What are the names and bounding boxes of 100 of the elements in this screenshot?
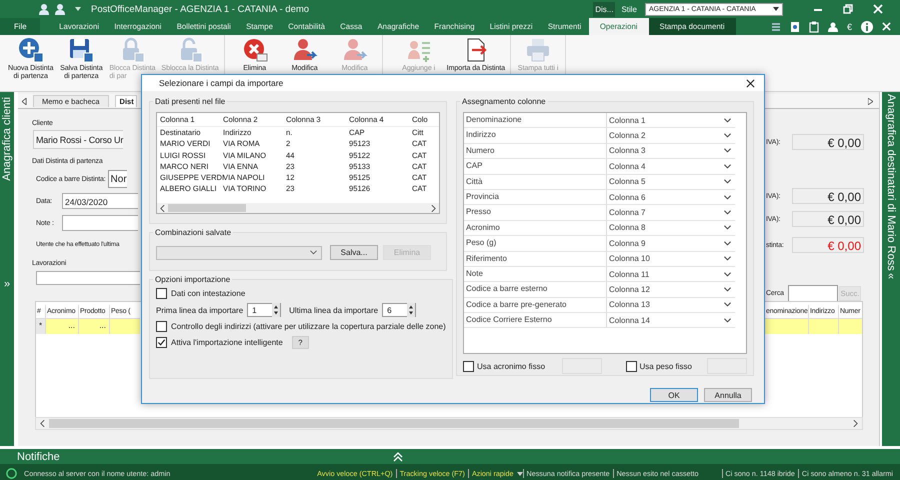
collapse-toggle[interactable]: «: [885, 272, 897, 279]
style-menu[interactable]: Stile: [621, 4, 637, 14]
person-arrow-icon: [342, 37, 368, 63]
info-icon[interactable]: [861, 20, 873, 32]
column-dropdown[interactable]: Colonna 2: [607, 128, 735, 143]
scroll-right-icon[interactable]: [853, 420, 858, 427]
field-name-cell: Codice Corriere Esterno: [464, 313, 607, 328]
restore-icon[interactable]: [843, 4, 853, 14]
checkbox[interactable]: [156, 321, 167, 332]
sidebar-title[interactable]: Anagrafica clienti: [1, 97, 13, 181]
chevron-down-icon: [724, 286, 731, 292]
scroll-right-icon[interactable]: [868, 98, 873, 104]
notifications-title[interactable]: Notifiche: [17, 450, 60, 462]
chevrons-up-icon[interactable]: [392, 452, 403, 462]
scroll-left-icon[interactable]: [40, 420, 45, 427]
field-name-cell: Codice a barre pre-generato: [464, 298, 607, 312]
input-field[interactable]: [36, 271, 140, 285]
column-dropdown[interactable]: Colonna 10: [607, 252, 735, 266]
caret-down-icon[interactable]: [75, 7, 81, 11]
expand-toggle[interactable]: »: [4, 278, 10, 290]
field-name-cell: Indirizzo: [464, 128, 607, 143]
checkbox[interactable]: [156, 288, 167, 299]
person-icon[interactable]: [828, 22, 838, 32]
column-dropdown[interactable]: Colonna 12: [607, 282, 735, 297]
number-field[interactable]: 6: [382, 303, 416, 317]
checkbox[interactable]: [463, 360, 474, 372]
column-dropdown[interactable]: Colonna 3: [607, 144, 735, 158]
number-field[interactable]: 1: [247, 303, 282, 317]
field-name-cell: Note: [464, 266, 607, 282]
caret-down-icon[interactable]: [516, 472, 522, 476]
chevron-down-icon: [724, 118, 731, 123]
display-label[interactable]: Dis...: [593, 2, 616, 16]
field-name-cell: Numero: [464, 144, 607, 158]
chevron-down-icon: [724, 210, 731, 216]
note-field[interactable]: [62, 215, 138, 231]
chevron-down-icon: [724, 164, 731, 169]
caret-down-icon: [773, 7, 779, 11]
field-name-cell: Denominazione: [464, 113, 607, 128]
status-circle-icon: [6, 468, 17, 479]
column-dropdown[interactable]: Colonna 13: [607, 298, 735, 312]
page-icon[interactable]: [790, 20, 800, 32]
group-title: Combinazioni salvate: [154, 228, 232, 237]
table-cell: [839, 319, 862, 334]
dialog-button[interactable]: OK: [650, 388, 698, 402]
chevron-down-icon: [724, 318, 731, 323]
checkbox-label: Controllo degli indirizzi (attivare per utilizzare la copertura parziale delle zone): [171, 322, 446, 331]
close-icon[interactable]: [746, 78, 755, 88]
table-cell: ...: [46, 319, 79, 334]
field-name-cell: Presso: [464, 205, 607, 220]
column-dropdown[interactable]: Colonna 5: [607, 174, 735, 189]
clipboard-icon[interactable]: [808, 20, 819, 32]
search-field[interactable]: [788, 285, 838, 302]
dialog-title: Selezionare i campi da importare: [159, 78, 284, 88]
group-title: Assegnamento colonne: [461, 97, 547, 106]
column-dropdown[interactable]: Colonna 14: [607, 313, 735, 328]
checkbox-label: Attiva l'importazione intelligente: [171, 338, 283, 347]
field-label: Ultima linea da importare: [289, 306, 378, 314]
checkbox[interactable]: [626, 360, 637, 372]
column-dropdown[interactable]: Colonna 8: [607, 220, 735, 236]
column-dropdown[interactable]: Colonna 1: [607, 113, 735, 128]
chevron-down-icon: [724, 302, 731, 308]
dialog-button[interactable]: Annulla: [704, 388, 752, 402]
spin-arrows-icon[interactable]: [407, 303, 416, 317]
horizontal-scrollbar[interactable]: [35, 417, 863, 430]
list-icon[interactable]: [770, 22, 781, 32]
column-dropdown[interactable]: Colonna 4: [607, 159, 735, 174]
dialog-button[interactable]: Salva...: [330, 245, 378, 260]
scroll-left-icon[interactable]: [160, 204, 165, 212]
printer-icon: [525, 37, 552, 63]
scroll-right-icon[interactable]: [431, 204, 436, 212]
sidebar-title[interactable]: Anagrafica destinatari di Mario Ross: [885, 94, 897, 271]
group-title: Opzioni importazione: [154, 275, 232, 284]
table-cell: ...: [79, 319, 110, 334]
barcode-field[interactable]: Nor: [108, 170, 127, 188]
checkbox-label: Dati con intestazione: [171, 289, 246, 298]
group-title: Dati presenti nel file: [154, 97, 226, 106]
checkbox[interactable]: [156, 337, 167, 348]
currency-button[interactable]: €: [846, 22, 852, 32]
amount-field: € 0,00: [792, 188, 864, 204]
chevron-down-icon: [724, 194, 731, 200]
field-name-cell: Codice a barre esterno: [464, 282, 607, 297]
scroll-left-icon[interactable]: [22, 98, 27, 104]
field-name-cell: Provincia: [464, 190, 607, 204]
chevron-down-icon: [724, 272, 731, 277]
table-cell: *: [36, 319, 46, 334]
client-field[interactable]: Mario Rossi - Corso Ur: [33, 130, 124, 149]
field-name-cell: CAP: [464, 159, 607, 174]
field-name-cell: Peso (g): [464, 236, 607, 251]
column-dropdown[interactable]: Colonna 9: [607, 236, 735, 251]
column-dropdown[interactable]: Colonna 7: [607, 205, 735, 220]
amount-field: € 0,00: [792, 211, 864, 227]
column-dropdown[interactable]: Colonna 11: [607, 266, 735, 282]
chevron-down-icon: [724, 256, 731, 262]
column-dropdown[interactable]: Colonna 6: [607, 190, 735, 204]
checkbox-label: Usa acronimo fisso: [477, 362, 546, 370]
checkbox-label: Usa peso fisso: [640, 362, 692, 370]
date-field[interactable]: 24/03/2020: [62, 193, 138, 209]
field-name-cell: Riferimento: [464, 252, 607, 266]
horizontal-scrollbar[interactable]: [157, 203, 439, 213]
spin-arrows-icon[interactable]: [272, 303, 280, 317]
